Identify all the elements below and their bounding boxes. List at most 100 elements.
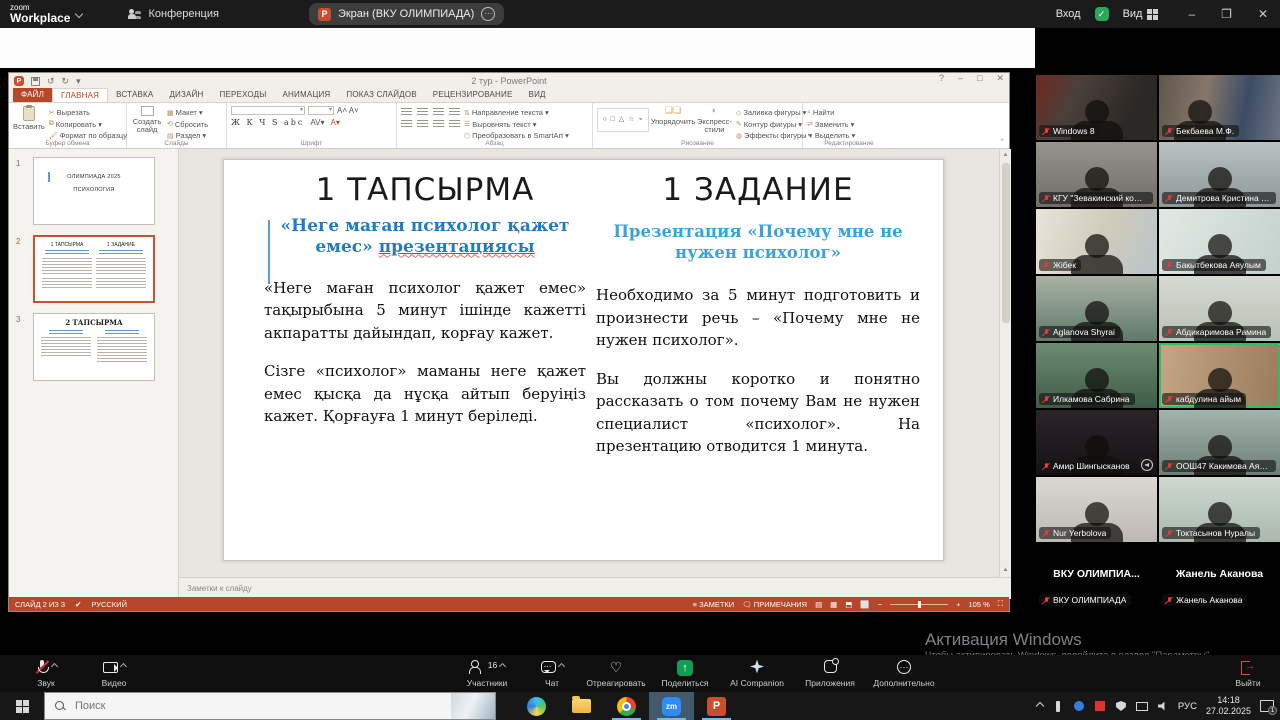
comments-toggle[interactable]: 🗨 ПРИМЕЧАНИЯ [742, 600, 807, 609]
audio-button[interactable]: Звук [14, 660, 78, 688]
zoom-percentage[interactable]: 105 % [968, 600, 989, 609]
participant-tile[interactable]: Жанель Аканова Жанель Аканова [1159, 544, 1280, 609]
participant-tile[interactable]: Бекбаева М.Ф. [1159, 75, 1280, 140]
tab-transitions[interactable]: ПЕРЕХОДЫ [212, 88, 275, 102]
copy-button[interactable]: ⧉Копировать ▾ [49, 120, 127, 129]
ppt-minimize-button[interactable]: – [958, 73, 963, 84]
ppt-maximize-button[interactable]: □ [977, 73, 982, 84]
participant-tile[interactable]: Бакытбекова Аяулым [1159, 209, 1280, 274]
security-tray-icon[interactable] [1115, 700, 1127, 712]
volume-icon[interactable] [1157, 700, 1169, 712]
tab-more-icon[interactable]: ⋯ [481, 7, 495, 21]
slide-thumbnail-1[interactable]: ОЛИМПИАДА 2025 ПСИХОЛОГИЯ [33, 157, 155, 225]
video-button[interactable]: Видео [82, 660, 146, 688]
tab-design[interactable]: ДИЗАЙН [161, 88, 211, 102]
char-spacing-button[interactable]: AV▾ [310, 118, 324, 127]
list-buttons[interactable] [401, 108, 460, 116]
fit-to-window-icon[interactable]: ⛶ [998, 599, 1003, 609]
audio-options-chevron[interactable] [50, 662, 57, 669]
tab-home[interactable]: ГЛАВНАЯ [52, 88, 108, 102]
taskbar-zoom-icon[interactable]: zm [649, 692, 694, 720]
clock[interactable]: 14:18 27.02.2025 [1206, 695, 1251, 718]
zoom-slider[interactable] [890, 604, 948, 605]
participant-tile[interactable]: Абдикаримова Рамина [1159, 276, 1280, 341]
grow-shrink-font-buttons[interactable]: A˄ A˅ [337, 106, 359, 115]
ai-companion-button[interactable]: AI Companion [720, 660, 794, 688]
tab-insert[interactable]: ВСТАВКА [108, 88, 161, 102]
tab-view[interactable]: ВИД [521, 88, 554, 102]
security-shield-icon[interactable]: ✓ [1095, 7, 1109, 21]
reset-button[interactable]: ⟲Сбросить [167, 120, 208, 129]
tab-review[interactable]: РЕЦЕНЗИРОВАНИЕ [425, 88, 521, 102]
collapse-ribbon-icon[interactable]: ⌃ [999, 138, 1005, 146]
align-buttons[interactable] [401, 120, 460, 128]
share-button[interactable]: ↑ Поделиться [652, 660, 718, 688]
search-input[interactable] [73, 699, 373, 713]
participant-tile[interactable]: Токтасынов Нуралы [1159, 477, 1280, 542]
zoom-in-button[interactable]: + [956, 600, 960, 609]
font-name-select[interactable] [231, 106, 305, 115]
select-button[interactable]: ↖Выделить ▾ [807, 131, 855, 140]
participant-tile[interactable]: ВКУ ОЛИМПИА... ВКУ ОЛИМПИАДА [1036, 544, 1157, 609]
slide-thumbnail-2-selected[interactable]: 1 ТАПСЫРМА 1 ЗАДАНИЕ [33, 235, 155, 303]
format-painter-button[interactable]: 🖌Формат по образцу [49, 131, 127, 140]
chevron-down-icon[interactable] [75, 10, 83, 18]
participant-tile[interactable]: Амир Шингысканов [1036, 410, 1157, 475]
canvas-scrollbar[interactable]: ▲ ▲ ▼ [999, 149, 1011, 599]
taskbar-search[interactable] [44, 692, 496, 720]
ppt-help-button[interactable]: ? [939, 73, 944, 84]
tab-animation[interactable]: АНИМАЦИЯ [275, 88, 339, 102]
search-daily-image[interactable] [451, 693, 495, 719]
shapes-gallery[interactable]: ○ □ △ ☆ ⌁ [597, 108, 649, 132]
find-button[interactable]: ⌕Найти [807, 108, 855, 117]
participant-tile-active-speaker[interactable]: кабдулина айым [1159, 343, 1280, 408]
start-button[interactable] [0, 692, 44, 720]
font-color-button[interactable]: A▾ [330, 118, 339, 127]
shape-effects-button[interactable]: ◍Эффекты фигуры ▾ [736, 131, 812, 140]
network-icon[interactable] [1136, 700, 1148, 712]
view-slideshow-icon[interactable]: ⬜ [860, 600, 869, 609]
smartart-button[interactable]: ⬡Преобразовать в SmartArt ▾ [464, 131, 569, 140]
tab-slideshow[interactable]: ПОКАЗ СЛАЙДОВ [338, 88, 424, 102]
shape-outline-button[interactable]: ✎Контур фигуры ▾ [736, 120, 812, 129]
taskbar-explorer-icon[interactable] [559, 692, 604, 720]
replace-button[interactable]: ⇄Заменить ▾ [807, 120, 855, 129]
ppt-close-button[interactable]: ✕ [996, 73, 1004, 84]
maximize-button[interactable]: ❐ [1221, 7, 1232, 21]
participant-tile[interactable]: Windows 8 [1036, 75, 1157, 140]
minimize-button[interactable]: – [1188, 7, 1195, 21]
text-direction-button[interactable]: ⇅Направление текста ▾ [464, 108, 569, 117]
slide-editing-area[interactable]: 1 ТАПСЫРМА «Неге маған психолог қажет ем… [223, 159, 944, 561]
participant-tile[interactable]: Aglanova Shyrai [1036, 276, 1157, 341]
participant-tile[interactable]: ООШ47 Какимова Аяул... [1159, 410, 1280, 475]
arrange-button[interactable]: ❏❏ Упорядочить [653, 106, 693, 138]
close-button[interactable]: ✕ [1258, 7, 1268, 21]
participant-tile[interactable]: Илкамова Сабрина [1036, 343, 1157, 408]
language-indicator[interactable]: РУС [1178, 701, 1197, 712]
action-center-icon[interactable]: 1 [1260, 700, 1274, 712]
view-button[interactable]: Вид [1123, 8, 1159, 20]
taskbar-powerpoint-icon[interactable]: P [694, 692, 739, 720]
scrollbar-thumb[interactable] [1002, 163, 1010, 323]
participant-tile[interactable]: Демитрова Кристина ш... [1159, 142, 1280, 207]
new-slide-button[interactable]: Создать слайд [131, 106, 163, 138]
spellcheck-icon[interactable]: ✔ [75, 600, 81, 609]
usb-tray-icon[interactable] [1052, 700, 1064, 712]
notes-pane[interactable]: Заметки к слайду [179, 577, 1011, 599]
notes-toggle[interactable]: ≡ ЗАМЕТКИ [693, 600, 735, 609]
participants-button[interactable]: 16 Участники [452, 660, 522, 688]
app-tray-icon-red[interactable] [1094, 700, 1106, 712]
tray-expand-chevron[interactable] [1036, 702, 1044, 710]
view-reading-icon[interactable]: ⬒ [845, 600, 852, 609]
layout-button[interactable]: ▦Макет ▾ [167, 108, 208, 117]
apps-button[interactable]: Приложения [796, 660, 864, 688]
quick-styles-button[interactable]: ◐ Экспресс-стили [697, 106, 732, 138]
react-button[interactable]: ♡ Отреагировать [582, 660, 650, 688]
section-button[interactable]: ▤Раздел ▾ [167, 131, 208, 140]
view-sorter-icon[interactable]: ▦ [830, 600, 837, 609]
chat-options-chevron[interactable] [557, 662, 564, 669]
paste-button[interactable]: Вставить [13, 106, 45, 138]
taskbar-chrome-icon[interactable] [604, 692, 649, 720]
zoom-out-button[interactable]: − [878, 600, 882, 609]
tab-shared-screen[interactable]: P Экран (ВКУ ОЛИМПИАДА) ⋯ [309, 3, 504, 25]
